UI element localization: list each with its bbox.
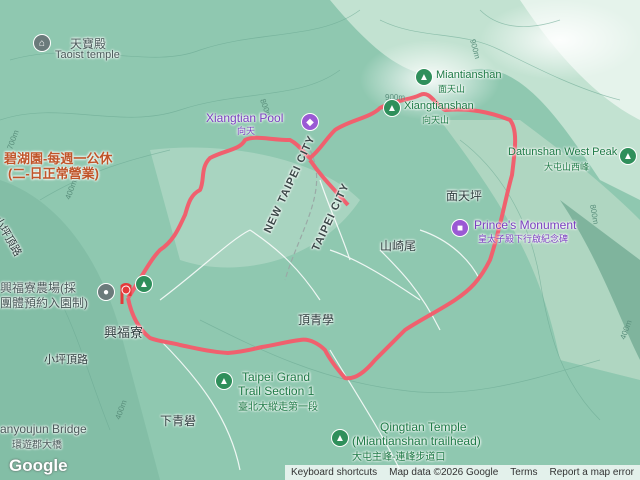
map-data-text: Map data ©2026 Google — [389, 467, 499, 478]
temple-icon[interactable]: ⌂ — [34, 35, 50, 51]
road-xiao-ping-ding: 小坪頂路 — [44, 354, 88, 366]
poi-qingtian[interactable]: Qingtian Temple — [380, 420, 467, 434]
monument-icon[interactable]: ■ — [452, 220, 468, 236]
poi-grand-trail-2: Trail Section 1 — [238, 384, 315, 398]
poi-miantianshan-zh: 面天山 — [438, 84, 466, 94]
poi-qingtian-zh: 大屯主峰-連峰步道口 — [352, 452, 446, 463]
place-ding-qing-xue: 頂青學 — [298, 313, 335, 327]
poi-datun-west-zh: 大屯山西峰 — [544, 162, 590, 172]
poi-grand-trail[interactable]: Taipei Grand — [242, 370, 310, 384]
temple-trailhead-icon[interactable]: ▲ — [332, 430, 348, 446]
peak-highlight — [480, 0, 640, 80]
poi-prince-monument[interactable]: Prince's Monument — [474, 218, 576, 232]
terms-link[interactable]: Terms — [504, 467, 543, 478]
place-xia-qing-xue: 下青礐 — [160, 414, 197, 428]
place-xing-fu-liao: 興福寮 — [104, 325, 144, 340]
peak-icon[interactable]: ▲ — [620, 148, 636, 164]
poi-farm-2: 團體預約入園制) — [0, 296, 88, 310]
keyboard-shortcuts-link[interactable]: Keyboard shortcuts — [285, 467, 383, 478]
poi-xiangtian-pool[interactable]: Xiangtian Pool — [206, 111, 283, 125]
poi-xiangtianshan[interactable]: Xiangtianshan — [404, 100, 474, 112]
peak-icon[interactable]: ▲ — [384, 100, 400, 116]
poi-miantianshan[interactable]: Miantianshan — [436, 69, 501, 81]
start-marker-icon[interactable] — [118, 282, 140, 312]
trail-icon[interactable]: ▲ — [216, 373, 232, 389]
poi-qingtian-sub: (Miantianshan trailhead) — [352, 434, 481, 448]
report-error-link[interactable]: Report a map error — [544, 467, 640, 478]
poi-grand-trail-zh: 臺北大縱走第一段 — [238, 402, 318, 413]
park-icon[interactable]: ◆ — [302, 114, 318, 130]
poi-bridge[interactable]: anyoujun Bridge — [0, 422, 87, 436]
google-logo: Google — [9, 456, 68, 475]
poi-xiangtianshan-zh: 向天山 — [422, 115, 450, 125]
poi-bihu-hours: (二-日正常營業) — [8, 166, 99, 181]
poi-datun-west[interactable]: Datunshan West Peak — [508, 146, 617, 158]
poi-bridge-zh: 環遊郡大橋 — [12, 440, 62, 451]
poi-tianbao-en: Taoist temple — [55, 49, 120, 61]
poi-prince-monument-zh: 皇太子殿下行啟紀念碑 — [478, 234, 569, 244]
poi-xiangtian-pool-zh: 向天 — [237, 126, 256, 136]
map-footer: Keyboard shortcuts Map data ©2026 Google… — [284, 465, 640, 480]
peak-icon[interactable]: ▲ — [416, 69, 432, 85]
farm-icon[interactable]: ● — [98, 284, 114, 300]
place-shan-qi-wei: 山崎尾 — [380, 239, 417, 253]
place-mian-tian-ping: 面天坪 — [446, 189, 483, 203]
